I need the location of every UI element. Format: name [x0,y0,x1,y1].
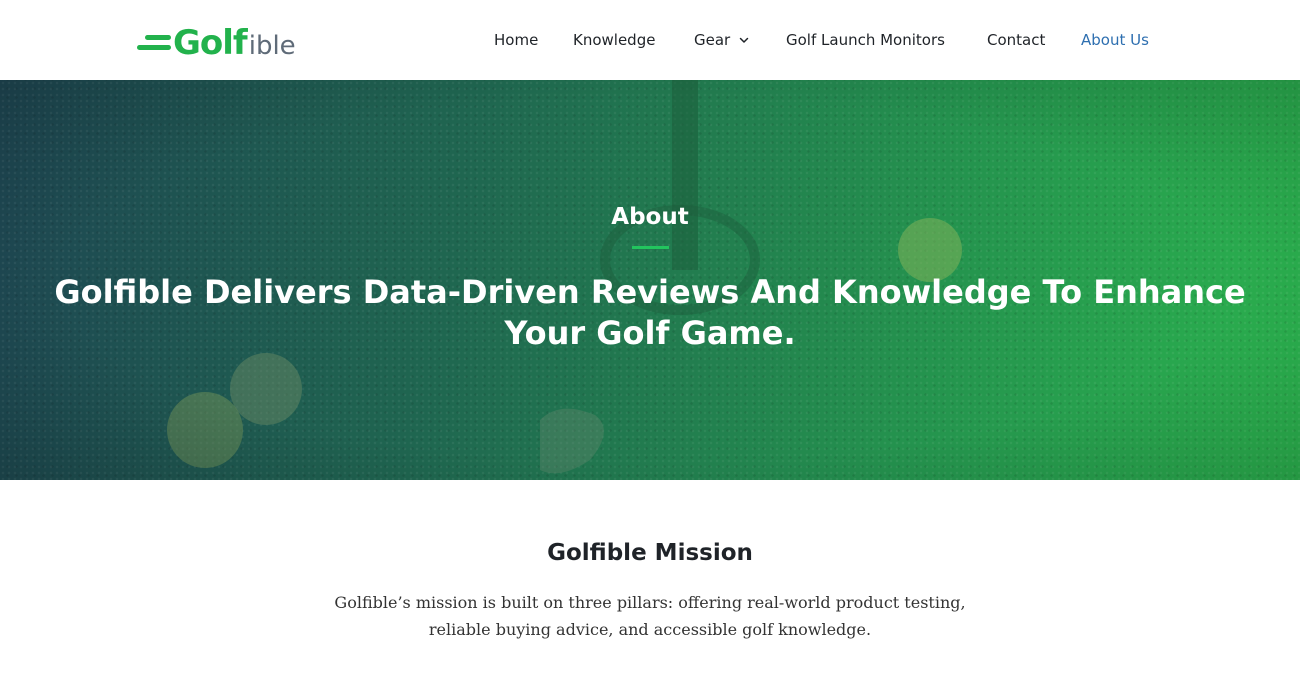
hero-title: Golfible Delivers Data-Driven Reviews An… [54,273,1246,352]
mission-heading: Golfible Mission [547,540,753,566]
mission-description: Golfible’s mission is built on three pil… [334,593,966,639]
main-nav: Home Knowledge Gear Golf Launch Monitors… [494,0,1149,80]
nav-item-home[interactable]: Home [494,31,573,49]
nav-item-knowledge[interactable]: Knowledge [573,31,694,49]
nav-item-about-us[interactable]: About Us [1081,31,1149,49]
nav-item-gear-label: Gear [694,31,731,49]
hero-title-underline [632,246,669,249]
chevron-down-icon [739,37,749,43]
site-header: Golf ible Home Knowledge Gear Golf Launc… [0,0,1300,80]
site-logo[interactable]: Golf ible [137,24,296,62]
hero-eyebrow: About [611,204,689,230]
hero-banner: About Golfible Delivers Data-Driven Revi… [0,80,1300,480]
logo-text-primary: Golf [173,23,248,63]
nav-item-contact[interactable]: Contact [987,31,1081,49]
logo-text-secondary: ible [248,31,296,61]
nav-item-gear[interactable]: Gear [694,31,786,49]
nav-item-golf-launch-monitors[interactable]: Golf Launch Monitors [786,31,987,49]
logo-speed-bars-icon [137,33,171,53]
